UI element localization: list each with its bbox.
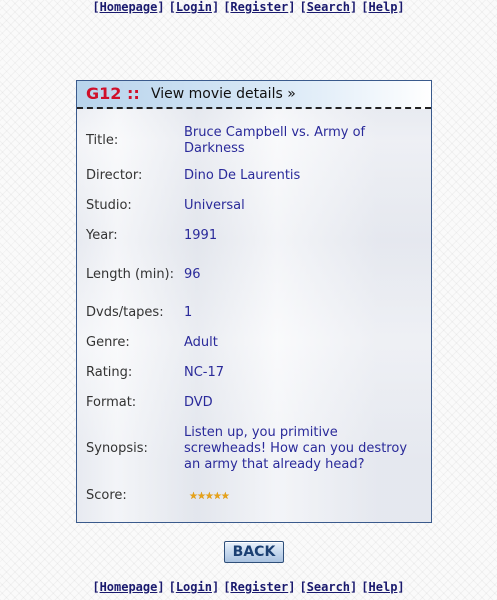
- detail-row-year: Year: 1991: [77, 221, 431, 251]
- detail-label: Genre:: [86, 335, 130, 350]
- back-button[interactable]: BACK: [224, 541, 284, 563]
- detail-value: NC-17: [184, 365, 225, 380]
- detail-label: Length (min):: [86, 266, 175, 282]
- nav-link-register[interactable]: Register: [230, 580, 288, 594]
- nav-link-homepage[interactable]: Homepage: [100, 0, 158, 14]
- detail-row-rating: Rating: NC-17: [77, 358, 431, 388]
- nav-link-help[interactable]: Help: [369, 580, 398, 594]
- nav-link-register[interactable]: Register: [230, 0, 288, 14]
- detail-value: Universal: [184, 198, 245, 213]
- details-table: Title: Bruce Campbell vs. Army of Darkne…: [77, 121, 431, 512]
- detail-value: Adult: [184, 335, 218, 350]
- score-stars-icon: ★★★★★: [189, 490, 230, 502]
- nav-link-homepage[interactable]: Homepage: [100, 580, 158, 594]
- detail-value: 96: [184, 266, 201, 282]
- detail-row-genre: Genre: Adult: [77, 328, 431, 358]
- movie-details-panel: G12 :: View movie details » Title: Bruce…: [76, 80, 432, 523]
- detail-label: Rating:: [86, 365, 133, 380]
- detail-label: Score:: [86, 488, 127, 503]
- detail-label: Director:: [86, 168, 143, 183]
- detail-value: 1991: [184, 228, 218, 243]
- detail-row-director: Director: Dino De Laurentis: [77, 161, 431, 191]
- nav-link-help[interactable]: Help: [369, 0, 398, 14]
- detail-label: Synopsis:: [86, 441, 148, 456]
- movie-code: G12 ::: [86, 84, 140, 103]
- detail-label: Studio:: [86, 198, 132, 213]
- nav-link-search[interactable]: Search: [307, 580, 350, 594]
- nav-link-login[interactable]: Login: [176, 0, 212, 14]
- detail-label: Title:: [86, 133, 119, 148]
- detail-value: Bruce Campbell vs. Army of Darkness: [184, 125, 366, 156]
- detail-row-studio: Studio: Universal: [77, 191, 431, 221]
- detail-row-synopsis: Synopsis: Listen up, you primitive screw…: [77, 418, 431, 480]
- detail-value: Listen up, you primitive screwheads! How…: [184, 425, 408, 472]
- nav-link-login[interactable]: Login: [176, 580, 212, 594]
- detail-label: Format:: [86, 395, 137, 410]
- detail-row-title: Title: Bruce Campbell vs. Army of Darkne…: [77, 121, 431, 161]
- detail-value: 1: [184, 305, 193, 320]
- detail-label: Year:: [86, 228, 118, 243]
- top-nav: [Homepage] [Login] [Register] [Search] [Help…: [92, 0, 405, 14]
- panel-title: View movie details »: [151, 86, 296, 102]
- detail-value: Dino De Laurentis: [184, 168, 301, 183]
- nav-link-search[interactable]: Search: [307, 0, 350, 14]
- detail-label: Dvds/tapes:: [86, 305, 164, 320]
- detail-row-score: Score: ★★★★★: [77, 480, 431, 512]
- detail-value: DVD: [184, 395, 213, 410]
- panel-header: G12 :: View movie details »: [77, 81, 431, 109]
- detail-row-format: Format: DVD: [77, 388, 431, 418]
- bottom-nav: [Homepage] [Login] [Register] [Search] [Help…: [92, 580, 405, 594]
- detail-row-dvds-tapes: Dvds/tapes: 1: [77, 298, 431, 328]
- detail-row-length: Length (min): 96: [77, 251, 431, 298]
